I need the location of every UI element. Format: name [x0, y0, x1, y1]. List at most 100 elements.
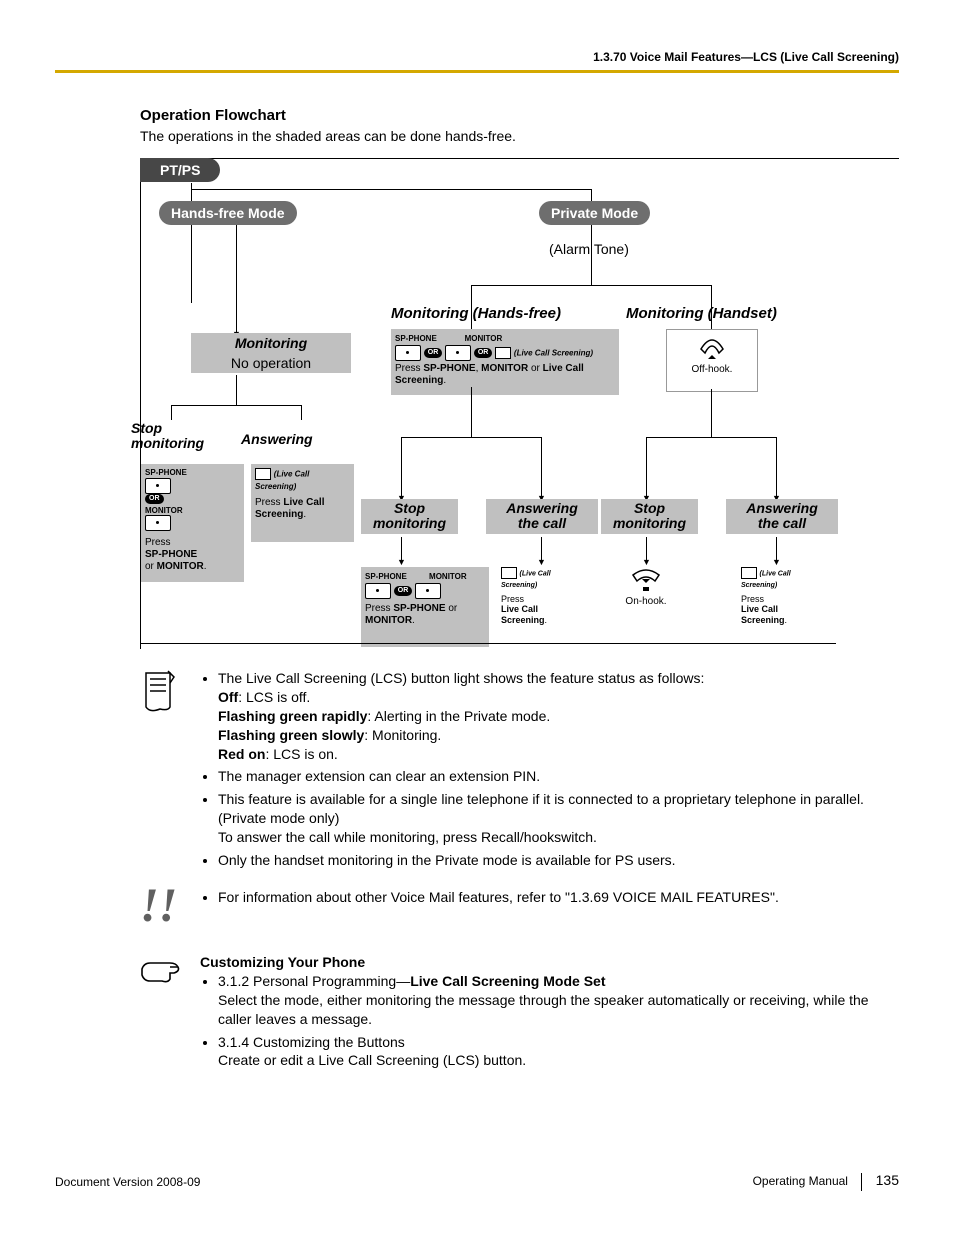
button-icon — [501, 567, 517, 579]
mon-hs-label: Monitoring (Handset) — [626, 305, 777, 322]
manual-name: Operating Manual — [753, 1174, 848, 1188]
connector — [646, 437, 647, 499]
button-icon — [365, 583, 391, 599]
connector — [471, 285, 711, 286]
connector — [141, 643, 836, 644]
mon-hf-box: SP-PHONE MONITOR OR OR (Live Call Screen… — [391, 329, 619, 395]
monitor-label: MONITOR — [429, 572, 467, 581]
connector — [301, 405, 302, 420]
press-lcs-box2: (Live Call Screening) PressLive CallScre… — [741, 567, 821, 639]
handset-down-icon — [629, 567, 663, 593]
button-icon — [145, 478, 171, 494]
button-icon — [415, 583, 441, 599]
offhook-box: Off-hook. — [666, 329, 758, 392]
note-bold: Flashing green rapidly — [218, 708, 367, 724]
connector — [471, 300, 472, 330]
spphone-label: SP-PHONE — [145, 468, 240, 478]
monitor-label: MONITOR — [465, 334, 503, 343]
press-lcs-box1: (Live Call Screening) PressLive CallScre… — [501, 567, 581, 639]
press-spmo-box: SP-PHONE MONITOR OR Press SP-PHONE or MO… — [361, 567, 489, 647]
intro-text: The operations in the shaded areas can b… — [140, 128, 899, 144]
connector — [471, 387, 472, 437]
stop-mon-box-left: SP-PHONE OR MONITOR PressSP-PHONEor MONI… — [141, 464, 244, 582]
note-bold: Red on — [218, 746, 265, 762]
offhook-text: Off-hook. — [667, 364, 757, 375]
lcs-label: (Live Call Screening) — [514, 349, 593, 358]
answering-label: Answering — [241, 431, 313, 447]
footer-separator — [861, 1173, 862, 1191]
doc-version: Document Version 2008-09 — [55, 1175, 200, 1189]
page-header: 1.3.70 Voice Mail Features—LCS (Live Cal… — [55, 50, 899, 70]
note-text: Select the mode, either monitoring the m… — [218, 992, 869, 1027]
connector — [401, 437, 402, 499]
spphone-label: SP-PHONE — [395, 334, 437, 343]
answcall-box-r: Answeringthe call — [726, 499, 838, 534]
button-icon — [145, 515, 171, 531]
stopmon-box: Stopmonitoring — [361, 499, 458, 534]
noop-text: No operation — [191, 353, 351, 373]
notepad-icon — [140, 669, 200, 874]
note-text: The Live Call Screening (LCS) button lig… — [218, 670, 704, 686]
notes-block-2: !! For information about other Voice Mai… — [140, 888, 899, 928]
connector — [711, 389, 712, 437]
page-number: 135 — [876, 1172, 899, 1188]
spphone-label: SP-PHONE — [365, 572, 407, 581]
note-item: 3.1.2 Personal Programming—Live Call Scr… — [218, 972, 899, 1029]
connector — [646, 437, 776, 438]
connector — [236, 375, 237, 405]
note-item: Only the handset monitoring in the Priva… — [218, 851, 899, 870]
or-pill: OR — [394, 586, 413, 596]
button-icon — [255, 468, 271, 480]
answering-box-left: (Live Call Screening) Press Live Call Sc… — [251, 464, 354, 542]
notes-block-3: Customizing Your Phone 3.1.2 Personal Pr… — [140, 954, 899, 1074]
onhook-text: On-hook. — [606, 596, 686, 607]
handset-up-icon — [697, 333, 727, 361]
button-icon — [741, 567, 757, 579]
page-footer: Document Version 2008-09 Operating Manua… — [55, 1172, 899, 1191]
onhook-box: On-hook. — [606, 567, 686, 639]
arrow-icon: ▼ — [537, 557, 546, 567]
note-bold: Flashing green slowly — [218, 727, 364, 743]
note-bold: Live Call Screening Mode Set — [410, 973, 605, 989]
note-text: : LCS is off. — [238, 689, 310, 705]
note-text: : Alerting in the Private mode. — [367, 708, 550, 724]
note-text: To answer the call while monitoring, pre… — [218, 829, 597, 845]
stopmon-label: Stopmonitoring — [131, 421, 204, 452]
notes-block-1: The Live Call Screening (LCS) button lig… — [140, 669, 899, 874]
private-pill: Private Mode — [539, 201, 650, 225]
note-text: 3.1.2 Personal Programming— — [218, 973, 410, 989]
alarm-tone: (Alarm Tone) — [549, 241, 629, 257]
button-icon — [445, 345, 471, 361]
connector — [776, 437, 777, 499]
stopmon-box-r: Stopmonitoring — [601, 499, 698, 534]
connector — [171, 405, 301, 406]
monitoring-heading: Monitoring — [191, 333, 351, 353]
note-item: The Live Call Screening (LCS) button lig… — [218, 669, 899, 763]
note-item: This feature is available for a single l… — [218, 790, 899, 847]
note-text: 3.1.4 Customizing the Buttons — [218, 1034, 405, 1050]
note-text: : LCS is on. — [265, 746, 337, 762]
note-bold: Off — [218, 689, 238, 705]
hand-point-icon — [140, 954, 200, 1074]
note-item: For information about other Voice Mail f… — [218, 888, 899, 907]
note-text: Create or edit a Live Call Screening (LC… — [218, 1052, 526, 1068]
note-item: The manager extension can clear an exten… — [218, 767, 899, 786]
button-icon — [495, 347, 511, 359]
connector — [401, 437, 541, 438]
monitoring-noop: Monitoring No operation — [191, 333, 351, 373]
connector — [171, 405, 172, 420]
arrow-icon: ▼ — [642, 557, 651, 567]
ptps-label: PT/PS — [140, 158, 220, 182]
customize-title: Customizing Your Phone — [200, 954, 899, 970]
connector — [236, 225, 237, 337]
connector — [541, 437, 542, 499]
connector — [471, 285, 472, 300]
flowchart: PT/PS Hands-free Mode ▼ Private Mode (Al… — [140, 158, 899, 649]
or-pill: OR — [145, 494, 164, 504]
or-pill: OR — [424, 348, 443, 358]
note-text: : Monitoring. — [364, 727, 441, 743]
connector — [591, 225, 592, 285]
answcall-box: Answeringthe call — [486, 499, 598, 534]
note-text: This feature is available for a single l… — [218, 791, 864, 826]
or-pill: OR — [474, 348, 493, 358]
